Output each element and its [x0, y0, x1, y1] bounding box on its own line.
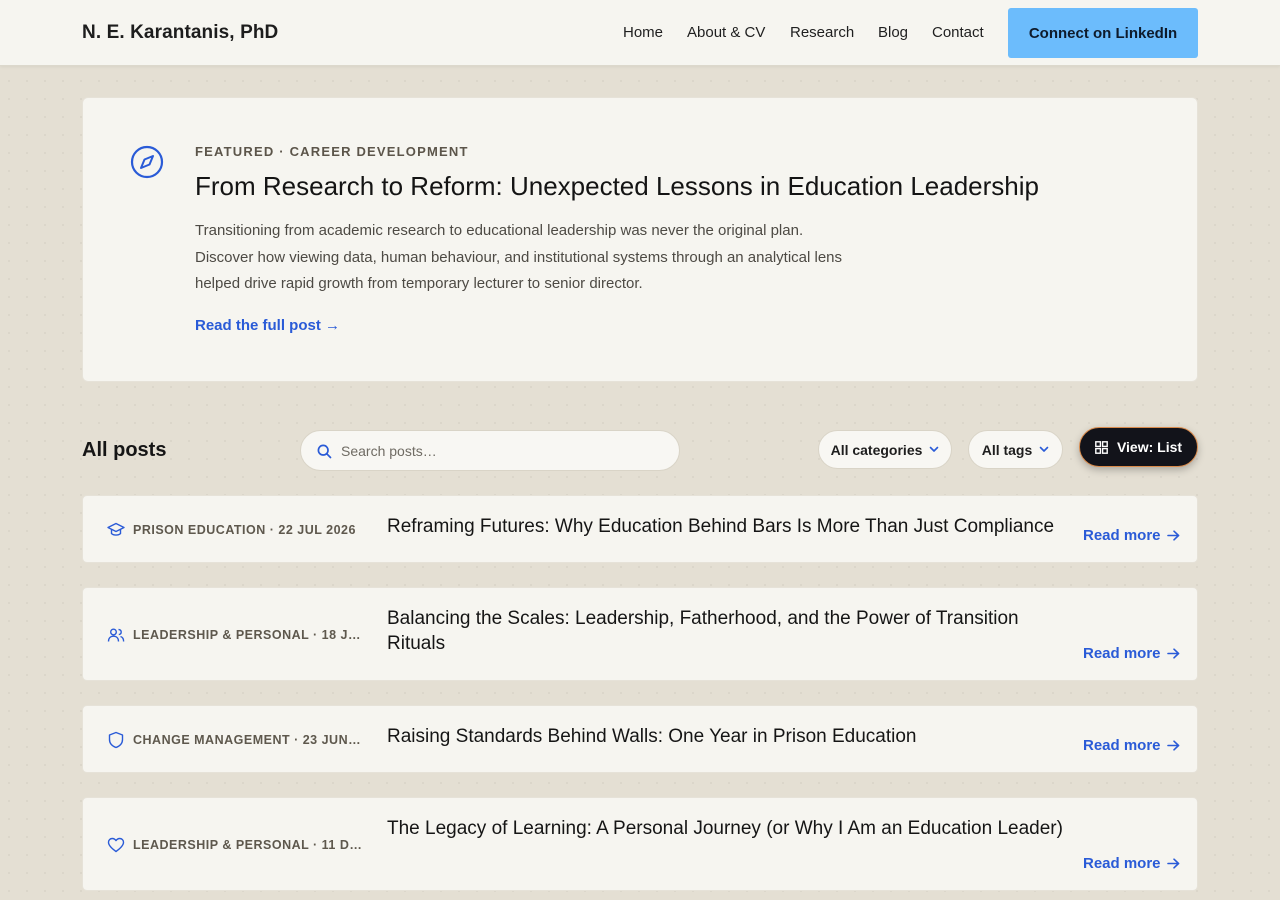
featured-title[interactable]: From Research to Reform: Unexpected Less…: [195, 171, 1039, 202]
arrow-right-icon: [1166, 858, 1179, 869]
read-more-link[interactable]: Read more: [1083, 645, 1180, 662]
compass-icon: [130, 145, 164, 179]
category-filter-label: All categories: [830, 441, 923, 458]
chevron-down-icon: [930, 446, 939, 452]
read-more-label: Read more: [1083, 737, 1161, 754]
view-toggle-button[interactable]: View: List: [1079, 427, 1198, 467]
heart-icon: [107, 837, 125, 853]
post-title[interactable]: Balancing the Scales: Leadership, Father…: [387, 606, 1067, 656]
tag-filter-dropdown[interactable]: All tags: [968, 430, 1063, 469]
post-meta: Change Management · 23 Jun 2…: [133, 733, 363, 747]
read-more-label: Read more: [1083, 645, 1161, 662]
post-list-item[interactable]: Prison Education · 22 Jul 2026 Reframing…: [82, 495, 1198, 563]
post-list-item[interactable]: Leadership & Personal · 18 Ju… Balancing…: [82, 587, 1198, 681]
arrow-right-icon: [1166, 530, 1179, 541]
post-meta: Prison Education · 22 Jul 2026: [133, 523, 356, 537]
grid-icon: [1095, 440, 1108, 454]
shield-icon: [108, 731, 124, 749]
nav-home[interactable]: Home: [623, 24, 663, 41]
read-more-label: Read more: [1083, 855, 1161, 872]
users-icon: [107, 628, 125, 642]
nav-research[interactable]: Research: [790, 24, 854, 41]
search-icon: [317, 444, 332, 459]
post-meta: Leadership & Personal · 11 De…: [133, 838, 363, 852]
featured-post-card: Featured · Career Development From Resea…: [82, 97, 1198, 382]
nav-contact[interactable]: Contact: [932, 24, 984, 41]
post-title[interactable]: Raising Standards Behind Walls: One Year…: [387, 724, 1067, 749]
nav-blog[interactable]: Blog: [878, 24, 908, 41]
post-meta: Leadership & Personal · 18 Ju…: [133, 628, 363, 642]
post-list-item[interactable]: Change Management · 23 Jun 2… Raising St…: [82, 705, 1198, 773]
read-more-label: Read more: [1083, 527, 1161, 544]
linkedin-button[interactable]: Connect on LinkedIn: [1008, 8, 1198, 58]
arrow-right-icon: [1166, 648, 1179, 659]
read-full-post-link[interactable]: Read the full post →: [195, 317, 340, 334]
featured-excerpt: Transitioning from academic research to …: [195, 222, 843, 293]
site-header: N. E. Karantanis, PhD Home About & CV Re…: [0, 0, 1280, 66]
featured-kicker: Featured · Career Development: [195, 144, 469, 159]
all-posts-heading: All posts: [82, 439, 167, 461]
category-filter-dropdown[interactable]: All categories: [818, 430, 952, 469]
chevron-down-icon: [1039, 446, 1049, 452]
view-toggle-label: View: List: [1116, 439, 1183, 455]
site-brand[interactable]: N. E. Karantanis, PhD: [82, 22, 278, 44]
search-box[interactable]: [300, 430, 680, 471]
read-more-link[interactable]: Read more: [1083, 855, 1180, 872]
read-more-link[interactable]: Read more: [1083, 527, 1180, 544]
arrow-right-icon: [1166, 740, 1179, 751]
post-title[interactable]: Reframing Futures: Why Education Behind …: [387, 514, 1067, 539]
post-title[interactable]: The Legacy of Learning: A Personal Journ…: [387, 816, 1067, 841]
tag-filter-label: All tags: [981, 441, 1033, 458]
graduation-cap-icon: [107, 522, 125, 536]
search-input[interactable]: [341, 439, 661, 463]
read-more-link[interactable]: Read more: [1083, 737, 1180, 754]
nav-about-cv[interactable]: About & CV: [687, 24, 765, 41]
post-list-item[interactable]: Leadership & Personal · 11 De… The Legac…: [82, 797, 1198, 891]
